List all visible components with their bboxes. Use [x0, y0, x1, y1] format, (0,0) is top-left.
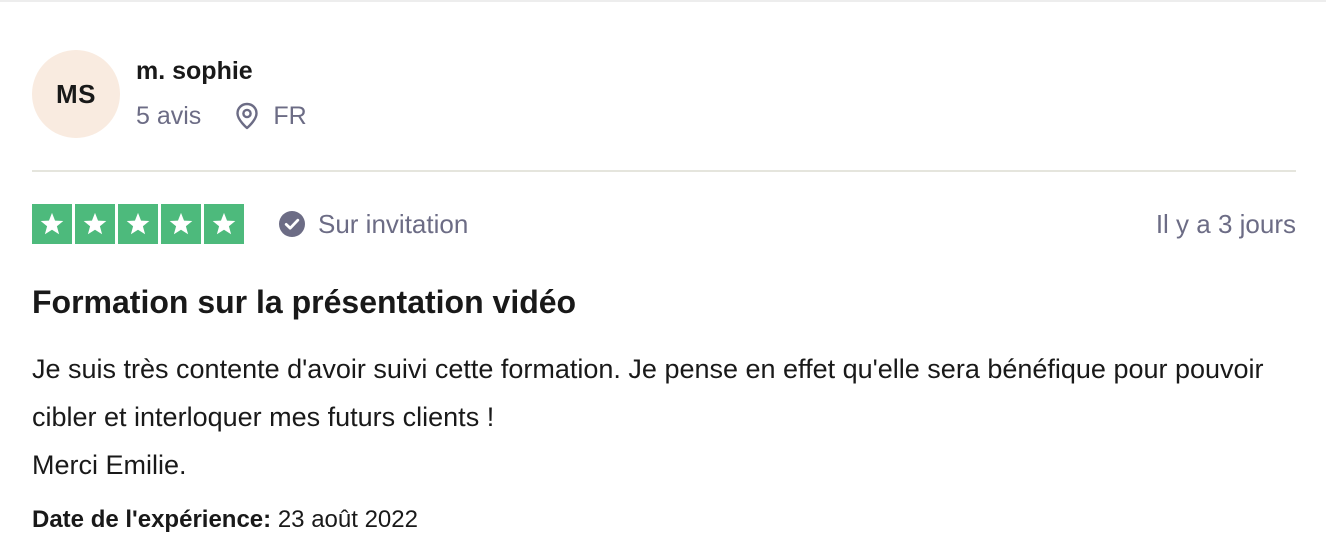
star-icon — [40, 212, 64, 235]
rating-row: Sur invitation Il y a 3 jours — [32, 203, 1296, 245]
avatar[interactable]: MS — [32, 50, 120, 138]
experience-date: Date de l'expérience: 23 août 2022 — [32, 505, 418, 535]
review-count: 5 avis — [136, 102, 202, 130]
country-code: FR — [273, 102, 307, 130]
star-icon — [126, 212, 150, 235]
review-body-line: Merci Emilie. — [32, 450, 187, 480]
consumer-meta: 5 avis FR — [136, 101, 307, 131]
review-card: MS m. sophie 5 avis FR Sur invitation Il… — [0, 0, 1326, 548]
review-title[interactable]: Formation sur la présentation vidéo — [32, 283, 576, 321]
top-divider — [0, 0, 1326, 2]
verification-label: Sur invitation — [318, 208, 469, 239]
star-icon — [212, 212, 236, 235]
review-body-line: Je suis très contente d'avoir suivi cett… — [32, 354, 1264, 432]
avatar-initials: MS — [56, 78, 96, 109]
star-box — [161, 204, 201, 244]
star-icon — [83, 212, 107, 235]
star-rating — [32, 204, 244, 244]
consumer-info: m. sophie 5 avis FR — [136, 50, 307, 131]
check-circle-icon — [279, 211, 305, 237]
consumer-name[interactable]: m. sophie — [136, 56, 307, 86]
experience-label: Date de l'expérience: — [32, 506, 272, 533]
star-box — [75, 204, 115, 244]
review-body: Je suis très contente d'avoir suivi cett… — [32, 345, 1296, 489]
section-divider — [32, 170, 1296, 172]
star-box — [32, 204, 72, 244]
verification-badge[interactable]: Sur invitation — [278, 209, 468, 240]
experience-value: 23 août 2022 — [277, 506, 418, 533]
location-pin-icon — [236, 102, 259, 130]
review-relative-date: Il y a 3 jours — [1155, 208, 1296, 239]
star-box — [204, 204, 244, 244]
star-box — [118, 204, 158, 244]
star-icon — [169, 212, 193, 235]
consumer-header[interactable]: MS m. sophie 5 avis FR — [32, 50, 307, 140]
consumer-location: FR — [233, 101, 307, 131]
